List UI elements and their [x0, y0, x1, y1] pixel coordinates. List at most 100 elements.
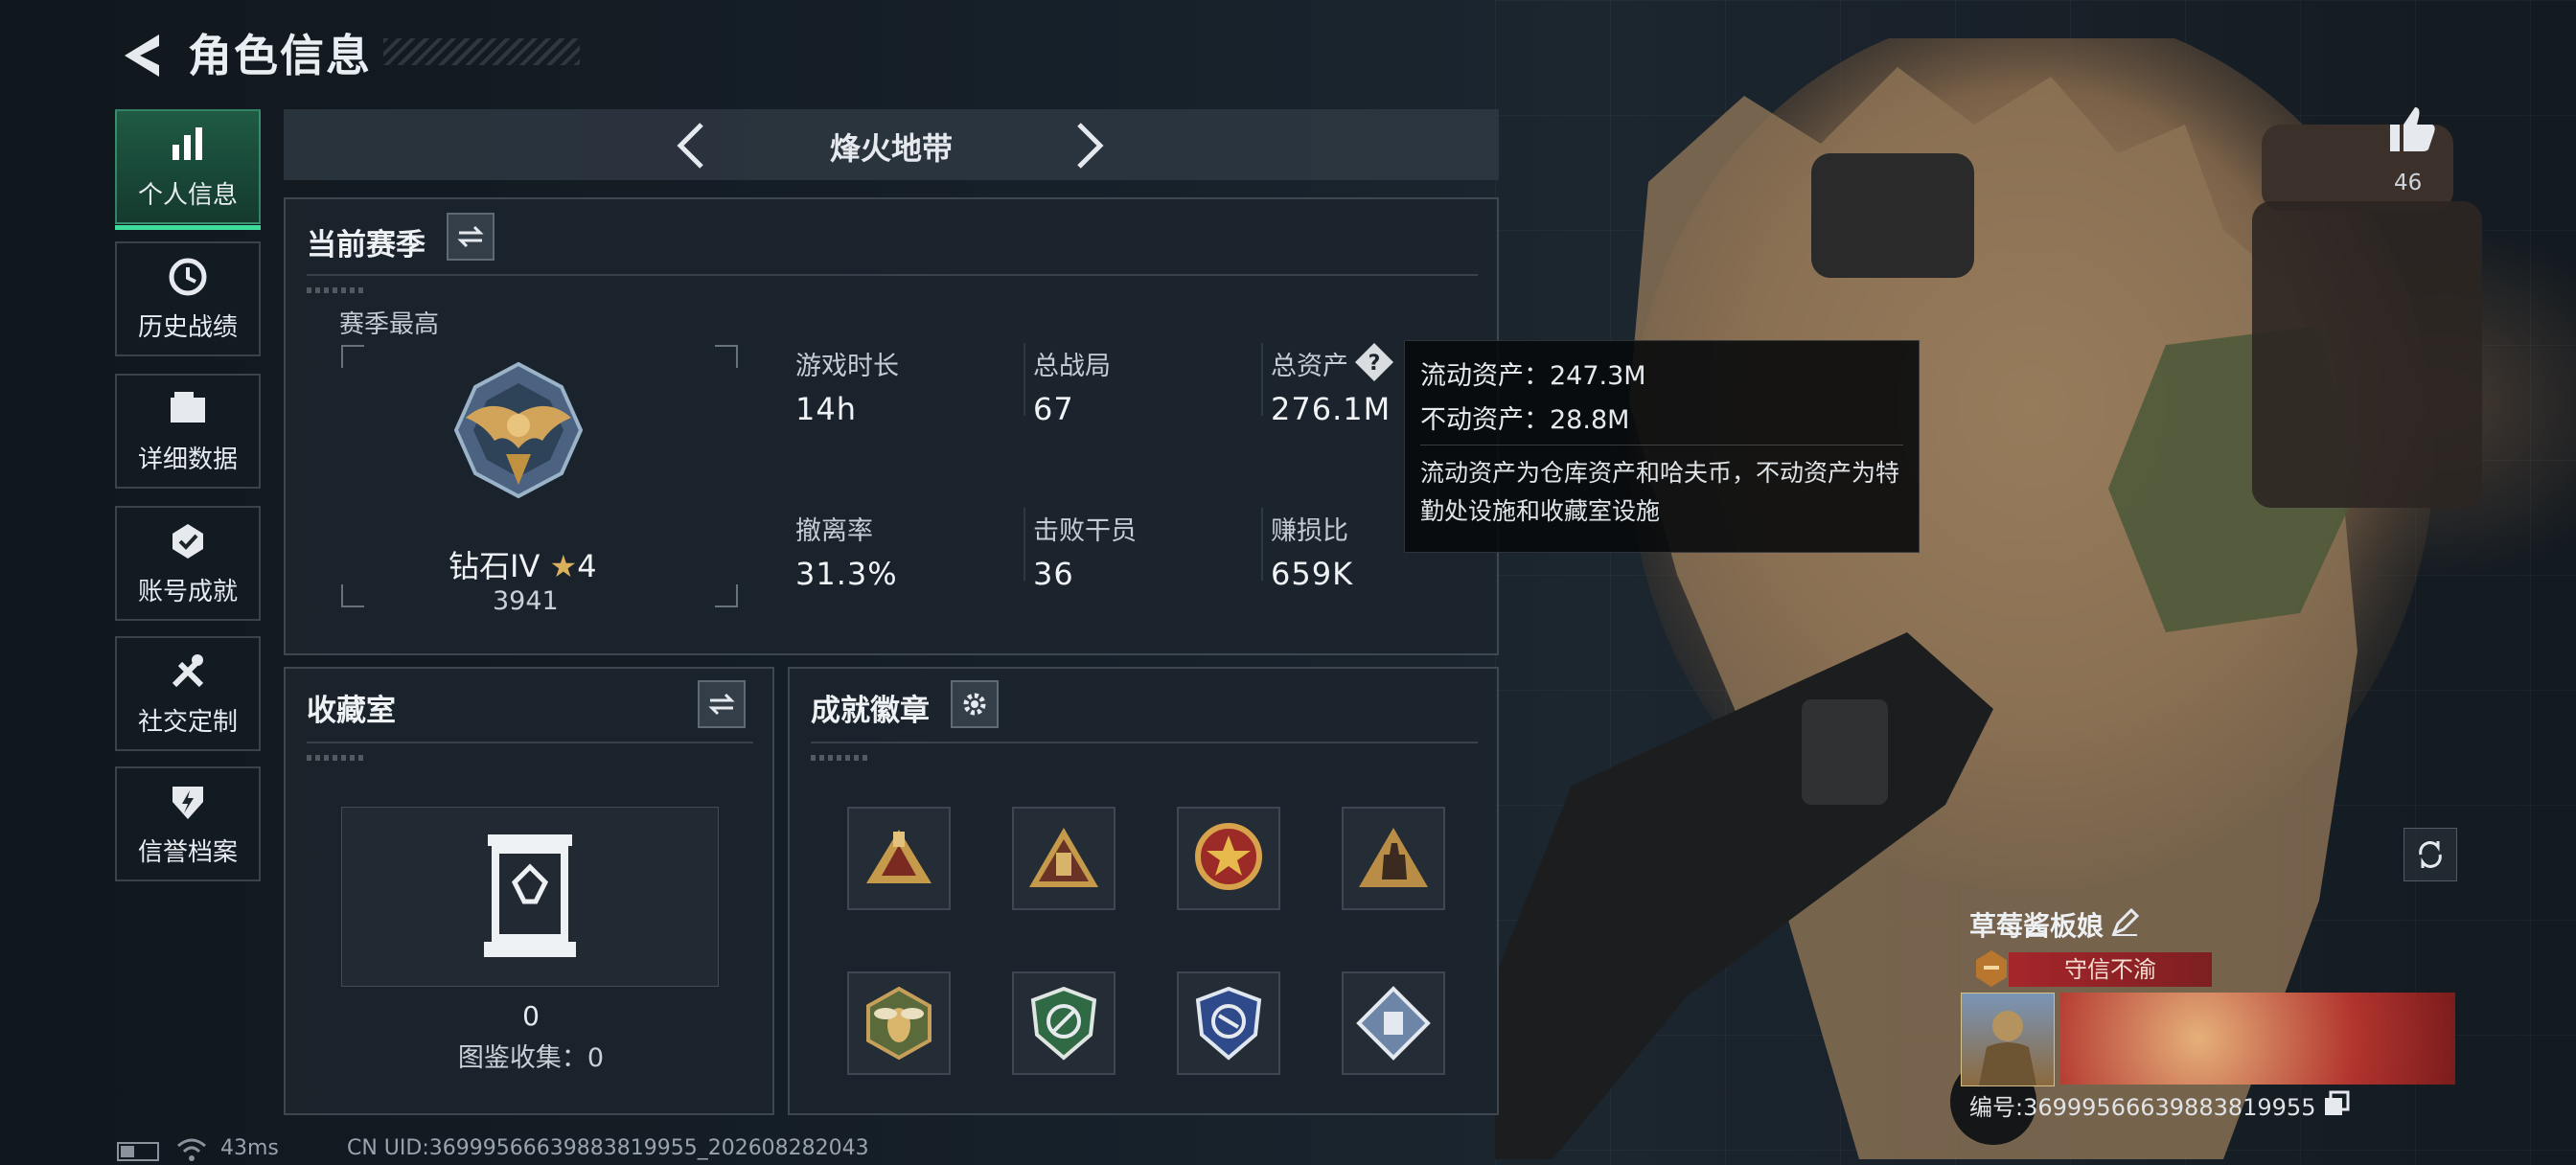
stat-label-profit-ratio: 赚损比	[1271, 516, 1348, 546]
page-title: 角色信息	[188, 30, 372, 81]
deco-dots	[307, 755, 366, 761]
stat-label-matches: 总战局	[1033, 352, 1111, 381]
stat-value-extract-rate: 31.3%	[795, 556, 898, 592]
rank-stars: 4	[577, 548, 597, 584]
sidebar-item-detail-data[interactable]: 详细数据	[115, 374, 261, 489]
divider	[307, 274, 1478, 276]
stat-label-extract-rate: 撤离率	[795, 516, 873, 546]
stat-label-assets: 总资产	[1271, 352, 1348, 381]
deco-dots	[811, 755, 870, 761]
copy-icon[interactable]	[2323, 1090, 2350, 1117]
uid-text: CN UID:3699956663988381995​5_20260828204…	[347, 1136, 869, 1160]
operator-character-image	[1495, 38, 2482, 1159]
tooltip-fixed-assets: 不动资产：28.8M	[1420, 405, 1630, 435]
sidebar-item-label: 信誉档案	[137, 837, 238, 867]
collection-display[interactable]	[341, 807, 719, 987]
badge-diamond-icon	[1356, 986, 1431, 1061]
badge-blue-shield-icon	[1195, 986, 1262, 1061]
rank-name-row: 钻石IV ★4	[448, 542, 597, 586]
achievement-badge[interactable]	[1177, 971, 1280, 1075]
season-switch-button[interactable]	[447, 213, 494, 261]
history-icon	[169, 258, 207, 295]
sidebar-item-social[interactable]: 社交定制	[115, 636, 261, 751]
stat-label-kills: 击败干员	[1033, 516, 1137, 546]
stat-value-assets: 276.1M	[1271, 391, 1392, 427]
achievement-badge[interactable]	[847, 971, 951, 1075]
name-card-background	[2060, 993, 2455, 1085]
ping-value: 43ms	[220, 1136, 279, 1160]
back-arrow-icon[interactable]	[115, 27, 172, 84]
stat-value-matches: 67	[1033, 391, 1074, 427]
achievement-badge[interactable]	[847, 807, 951, 910]
collection-switch-button[interactable]	[698, 680, 746, 728]
rank-score: 3941	[493, 586, 559, 616]
sidebar-item-personal-info[interactable]: 个人信息	[115, 109, 261, 230]
wifi-icon	[177, 1138, 206, 1161]
divider	[307, 742, 753, 743]
tooltip-description: 流动资产为仓库资产和哈夫币，不动资产为特勤处设施和收藏室设施	[1420, 459, 1900, 525]
divider	[811, 742, 1478, 743]
season-best-label: 赛季最高	[339, 310, 440, 339]
like-count: 46	[2394, 171, 2423, 195]
achievement-badge[interactable]	[1177, 807, 1280, 910]
sidebar-item-history[interactable]: 历史战绩	[115, 241, 261, 356]
badge-hand-icon	[1359, 828, 1428, 887]
badge-bee-icon	[866, 986, 932, 1061]
rank-star-icon: ★	[549, 548, 578, 584]
deco-dots	[307, 287, 366, 293]
badge-green-shield-icon	[1030, 986, 1097, 1061]
stat-separator	[1024, 343, 1025, 416]
mode-name: 烽火地带	[829, 130, 953, 167]
display-case-icon	[484, 834, 576, 957]
folder-icon	[171, 391, 205, 423]
achievements-settings-button[interactable]	[951, 680, 999, 728]
frame-corner	[341, 584, 364, 607]
thumbs-up-icon[interactable]	[2386, 103, 2438, 155]
player-name: 草莓酱板娘	[1969, 910, 2104, 942]
edit-pencil-icon[interactable]	[2110, 908, 2139, 937]
sidebar-item-credit[interactable]: 信誉档案	[115, 766, 261, 881]
collection-panel: 收藏室 0 图鉴收集：0	[284, 667, 774, 1115]
title-decoration	[383, 38, 580, 65]
collection-count: 0	[522, 1000, 540, 1032]
player-title-banner: 守信不渝	[2009, 952, 2212, 987]
player-id: 编号:3699956663988381995​5	[1969, 1094, 2316, 1121]
season-title: 当前赛季	[307, 228, 426, 263]
achievement-badge[interactable]	[1012, 971, 1116, 1075]
achievements-title: 成就徽章	[811, 694, 930, 728]
catalog-count: 图鉴收集：0	[457, 1043, 605, 1073]
avatar[interactable]	[1961, 993, 2055, 1086]
mode-selector: 烽火地带	[284, 109, 1499, 180]
sidebar-item-label: 历史战绩	[137, 312, 238, 342]
tooltip-liquid-assets: 流动资产：247.3M	[1420, 361, 1646, 391]
frame-corner	[715, 584, 738, 607]
refresh-icon	[2419, 841, 2442, 868]
operator-avatar-icon	[1979, 1011, 2036, 1085]
sidebar-item-label: 详细数据	[137, 445, 238, 474]
swap-icon	[708, 693, 735, 716]
badge-triangle-icon	[1029, 828, 1098, 887]
sidebar-item-achievements[interactable]: 账号成就	[115, 506, 261, 621]
achievements-panel: 成就徽章	[788, 667, 1499, 1115]
stat-value-profit-ratio: 659K	[1271, 556, 1354, 592]
sidebar-item-label: 账号成就	[137, 577, 238, 606]
badge-pyramid-icon	[866, 830, 932, 883]
tools-icon	[172, 653, 204, 687]
sidebar-item-label: 个人信息	[137, 180, 238, 210]
stat-value-playtime: 14h	[795, 391, 857, 427]
rank-emblem-icon	[453, 361, 584, 499]
frame-corner	[341, 345, 364, 368]
achievement-badge[interactable]	[1012, 807, 1116, 910]
bar-chart-icon	[172, 126, 202, 160]
gear-icon	[963, 693, 986, 716]
achievement-icon	[172, 523, 203, 559]
achievement-badge[interactable]	[1342, 807, 1445, 910]
stat-separator	[1261, 508, 1263, 581]
credit-icon	[172, 786, 203, 819]
next-mode-arrow-icon[interactable]	[1060, 119, 1114, 172]
achievement-badge[interactable]	[1342, 971, 1445, 1075]
help-icon[interactable]: ?	[1353, 341, 1395, 383]
stat-separator	[1024, 508, 1025, 581]
sidebar-item-label: 社交定制	[137, 707, 238, 737]
rotate-view-button[interactable]	[2404, 828, 2457, 881]
